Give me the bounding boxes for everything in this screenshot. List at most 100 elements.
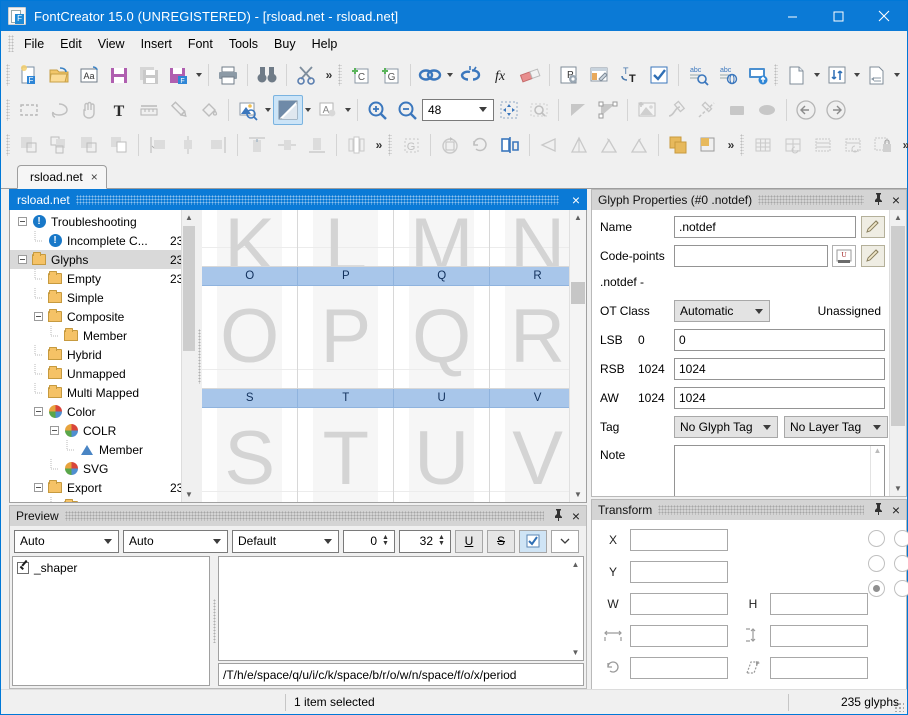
preview-canvas-scrollbar[interactable]: ▲ ▼: [568, 557, 583, 660]
features-fx-icon[interactable]: fx: [485, 60, 515, 90]
mirror-vertical-icon[interactable]: [564, 130, 594, 160]
glyph-cell[interactable]: L: [298, 210, 394, 266]
list-item[interactable]: _shaper: [17, 561, 209, 575]
previous-glyph-icon[interactable]: [791, 95, 821, 125]
tree-scroll-thumb[interactable]: [183, 226, 195, 351]
vertical-scale-input[interactable]: [770, 625, 868, 647]
edit-panel-icon[interactable]: [584, 60, 614, 90]
codepoints-edit-pencil-icon[interactable]: [861, 245, 885, 267]
tree-expander-minus-icon[interactable]: [32, 478, 45, 497]
preview-checkbox-button[interactable]: [519, 530, 547, 553]
tree-item-colr[interactable]: COLR0: [10, 421, 196, 440]
chevron-down-icon[interactable]: [479, 107, 487, 112]
new-font-icon[interactable]: F: [14, 60, 44, 90]
add-character-icon[interactable]: C: [346, 60, 376, 90]
anchor-radio-7[interactable]: [894, 580, 908, 597]
new-project-dropdown-icon[interactable]: [812, 73, 822, 77]
scroll-up-icon[interactable]: ▲: [182, 210, 196, 225]
unlink-glyph-icon[interactable]: [455, 60, 485, 90]
menu-font[interactable]: Font: [180, 34, 221, 54]
rsb-input[interactable]: 1024: [674, 358, 885, 380]
link-dropdown-icon[interactable]: [445, 73, 455, 77]
print-icon[interactable]: [213, 60, 243, 90]
zoom-level-combo[interactable]: 48: [422, 99, 494, 121]
glyph-cell[interactable]: U: [394, 407, 490, 502]
align-center-icon[interactable]: [173, 130, 203, 160]
tree-item-incomplete-c[interactable]: !Incomplete C...235: [10, 231, 196, 250]
scroll-down-icon[interactable]: ▼: [890, 481, 906, 496]
glyph-cell-header[interactable]: O: [202, 266, 298, 285]
tree-item-glyphs[interactable]: Glyphs235: [10, 250, 196, 269]
rotate-ccw-icon[interactable]: [465, 130, 495, 160]
grid-rows-icon[interactable]: [808, 130, 838, 160]
preview-text-input[interactable]: /T/h/e/space/q/u/i/c/k/space/b/r/o/w/n/s…: [218, 663, 584, 686]
glyph-cell[interactable]: Q: [394, 285, 490, 388]
scroll-down-icon[interactable]: ▼: [570, 487, 586, 502]
tree-item-member[interactable]: Member0: [10, 440, 196, 459]
cut-scissors-icon[interactable]: [291, 60, 321, 90]
rectangle-tool-icon[interactable]: [722, 95, 752, 125]
mirror-rotate-right-icon[interactable]: [624, 130, 654, 160]
tree-expander-minus-icon[interactable]: [32, 307, 45, 326]
align-left-icon[interactable]: [143, 130, 173, 160]
glyph-cell-header[interactable]: S: [202, 388, 298, 407]
w-input[interactable]: [630, 593, 728, 615]
toolbar-grip-3[interactable]: [774, 64, 778, 86]
script-dropdown-icon[interactable]: [892, 73, 902, 77]
script-doc-icon[interactable]: [862, 60, 892, 90]
name-input[interactable]: .notdef: [674, 216, 856, 238]
mirror-rotate-left-icon[interactable]: [594, 130, 624, 160]
install-font-icon[interactable]: Aa: [74, 60, 104, 90]
glyph-cell-header[interactable]: P: [298, 266, 394, 285]
slant-input[interactable]: [770, 657, 868, 679]
tree-item-desktop[interactable]: Desktop235: [10, 497, 196, 502]
name-edit-pencil-icon[interactable]: [861, 216, 885, 238]
transform-text-icon[interactable]: TT: [614, 60, 644, 90]
image-zoom-dropdown-icon[interactable]: [263, 108, 273, 112]
titlebar-dots[interactable]: [65, 511, 544, 521]
anchor-radio-3[interactable]: [868, 555, 885, 572]
flip-tool-icon[interactable]: [495, 130, 525, 160]
glyph-transform-dropdown-icon[interactable]: [343, 108, 353, 112]
toolbar-overflow-chevrons-icon[interactable]: »: [321, 68, 337, 82]
toolbar-overflow-chevrons-icon[interactable]: »: [371, 138, 387, 152]
slant-left-icon[interactable]: [534, 130, 564, 160]
link-glyph-icon[interactable]: [415, 60, 445, 90]
chevron-down-icon[interactable]: [755, 309, 763, 314]
scroll-up-icon[interactable]: ▲: [570, 210, 586, 225]
preview-script-select[interactable]: Auto: [14, 530, 119, 553]
tree-item-composite[interactable]: Composite0: [10, 307, 196, 326]
anchor-radio-4[interactable]: [894, 555, 908, 572]
otclass-select[interactable]: Automatic: [674, 300, 770, 322]
ellipse-tool-icon[interactable]: [752, 95, 782, 125]
menu-tools[interactable]: Tools: [221, 34, 266, 54]
gp-scroll-thumb[interactable]: [891, 226, 905, 426]
glyph-transform-a-icon[interactable]: A: [313, 95, 343, 125]
menu-edit[interactable]: Edit: [52, 34, 90, 54]
triangle-left-icon[interactable]: [563, 95, 593, 125]
align-bottom-icon[interactable]: [302, 130, 332, 160]
glyph-cell[interactable]: S: [202, 407, 298, 502]
align-middle-icon[interactable]: [272, 130, 302, 160]
menu-buy[interactable]: Buy: [266, 34, 304, 54]
h-input[interactable]: [770, 593, 868, 615]
install-preview-monitor-icon[interactable]: [743, 60, 773, 90]
note-textarea[interactable]: ▲: [674, 445, 885, 497]
tree-scrollbar[interactable]: ▲ ▼: [181, 210, 196, 502]
toolbar-overflow-chevrons-icon[interactable]: »: [898, 138, 908, 152]
layer-tag-select[interactable]: No Layer Tag: [784, 416, 888, 438]
save-font-icon[interactable]: [104, 60, 134, 90]
preview-language-select[interactable]: Auto: [123, 530, 228, 553]
shaper-checkbox[interactable]: [17, 562, 29, 574]
align-top-icon[interactable]: [242, 130, 272, 160]
tree-item-empty[interactable]: Empty235: [10, 269, 196, 288]
open-font-icon[interactable]: [44, 60, 74, 90]
import-export-dropdown-icon[interactable]: [852, 73, 862, 77]
distribute-icon[interactable]: [341, 130, 371, 160]
tree-item-svg[interactable]: SVG0: [10, 459, 196, 478]
union-contours-icon[interactable]: [663, 130, 693, 160]
preview-strikethrough-button[interactable]: S: [487, 530, 515, 553]
toolbar-grip-6[interactable]: [388, 134, 392, 156]
codepoints-input[interactable]: [674, 245, 828, 267]
glyph-cell-header[interactable]: T: [298, 388, 394, 407]
